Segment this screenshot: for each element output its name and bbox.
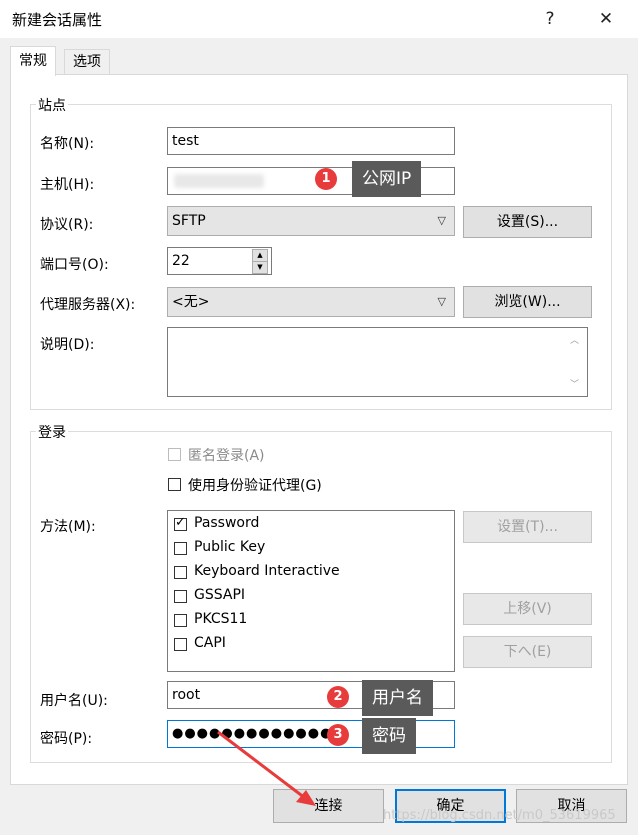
annotation-arrow <box>217 730 316 806</box>
arrow-line <box>217 730 306 800</box>
tab-general[interactable]: 常规 <box>10 46 56 76</box>
